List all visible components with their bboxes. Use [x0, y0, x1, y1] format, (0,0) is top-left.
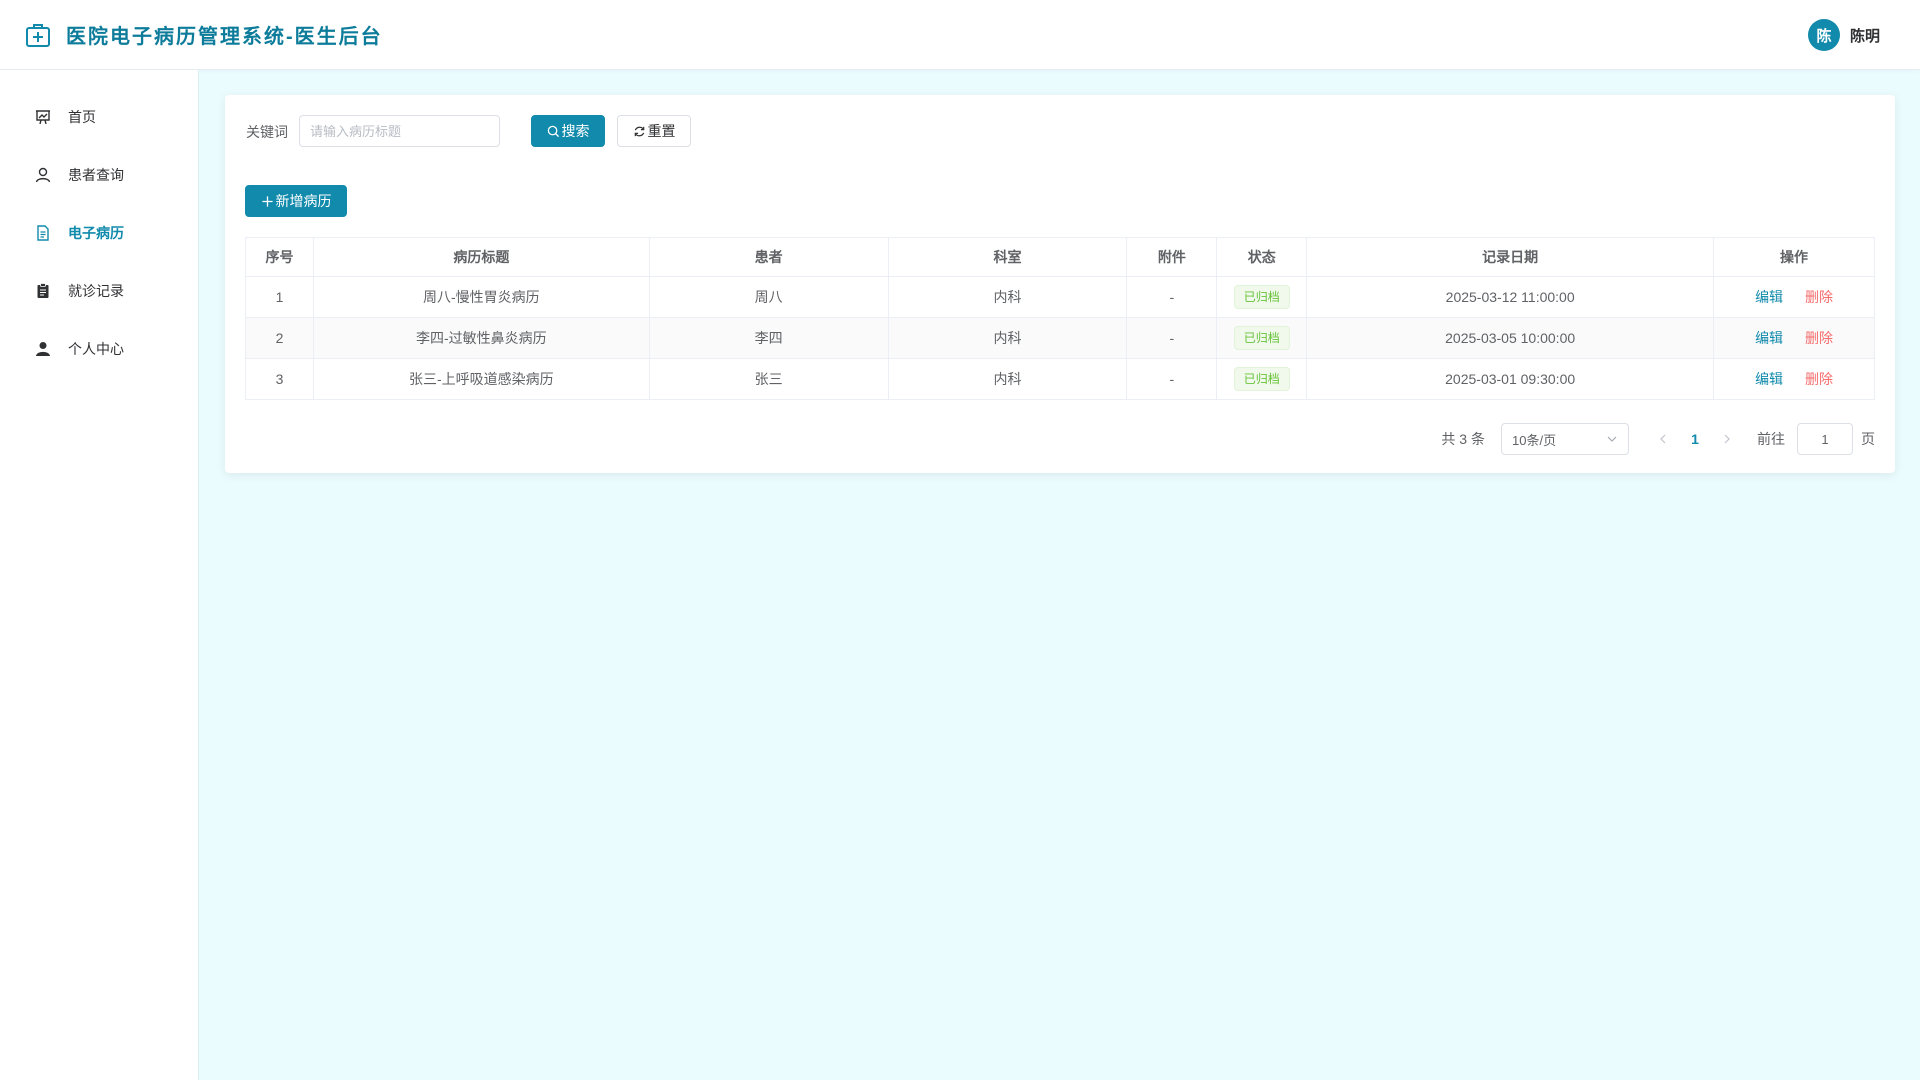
cell-actions: 编辑 删除 — [1713, 317, 1875, 359]
cell-status: 已归档 — [1216, 317, 1308, 359]
cell-patient: 张三 — [648, 358, 889, 400]
next-page-button[interactable] — [1711, 434, 1743, 444]
col-header-patient: 患者 — [648, 237, 889, 277]
cell-status: 已归档 — [1216, 276, 1308, 318]
status-badge: 已归档 — [1233, 285, 1290, 309]
status-badge: 已归档 — [1233, 326, 1290, 350]
pagination: 共 3 条 10条/页 1 前往 页 — [1441, 423, 1875, 455]
cell-dept: 内科 — [887, 317, 1128, 359]
cell-attachment: - — [1126, 317, 1218, 359]
page-size-value: 10条/页 — [1512, 432, 1557, 448]
reset-button-label: 重置 — [647, 123, 676, 139]
sidebar: 首页 患者查询 电子病历 就诊记录 个人中心 — [0, 70, 199, 1080]
user-menu[interactable]: 陈 陈明 — [1807, 19, 1880, 51]
page-number-current[interactable]: 1 — [1679, 431, 1711, 447]
sidebar-item-patient-query[interactable]: 患者查询 — [0, 146, 199, 204]
cell-index: 3 — [245, 358, 314, 400]
table-row: 3 张三-上呼吸道感染病历 张三 内科 - 已归档 2025-03-01 09:… — [245, 358, 1875, 400]
delete-link[interactable]: 删除 — [1805, 289, 1833, 305]
col-header-title: 病历标题 — [312, 237, 650, 277]
sidebar-item-label: 就诊记录 — [68, 283, 124, 299]
plus-icon — [261, 195, 273, 207]
cell-index: 1 — [245, 276, 314, 318]
col-header-attachment: 附件 — [1126, 237, 1218, 277]
cell-date: 2025-03-01 09:30:00 — [1306, 358, 1715, 400]
sidebar-item-visit-records[interactable]: 就诊记录 — [0, 262, 199, 320]
cell-title: 李四-过敏性鼻炎病历 — [312, 317, 650, 359]
records-table: 序号 病历标题 患者 科室 附件 状态 记录日期 操作 1 周八-慢性胃炎病历 … — [245, 237, 1875, 400]
sidebar-item-label: 电子病历 — [68, 225, 124, 241]
total-count: 共 3 条 — [1441, 431, 1485, 447]
cell-attachment: - — [1126, 276, 1218, 318]
avatar[interactable]: 陈 — [1807, 19, 1840, 51]
add-record-button[interactable]: 新增病历 — [245, 185, 347, 217]
user-name[interactable]: 陈明 — [1850, 25, 1880, 46]
status-badge: 已归档 — [1233, 367, 1290, 391]
cell-actions: 编辑 删除 — [1713, 358, 1875, 400]
edit-link[interactable]: 编辑 — [1755, 289, 1783, 305]
cell-index: 2 — [245, 317, 314, 359]
reset-button[interactable]: 重置 — [617, 115, 691, 147]
col-header-date: 记录日期 — [1306, 237, 1715, 277]
table-header-row: 序号 病历标题 患者 科室 附件 状态 记录日期 操作 — [245, 237, 1875, 277]
goto-page-input[interactable] — [1797, 423, 1853, 455]
delete-link[interactable]: 删除 — [1805, 371, 1833, 387]
cell-date: 2025-03-05 10:00:00 — [1306, 317, 1715, 359]
cell-actions: 编辑 删除 — [1713, 276, 1875, 318]
add-record-label: 新增病历 — [275, 193, 332, 209]
chevron-down-icon — [1607, 436, 1617, 442]
cell-status: 已归档 — [1216, 358, 1308, 400]
search-icon — [547, 125, 559, 137]
sidebar-item-label: 个人中心 — [68, 341, 124, 357]
cell-dept: 内科 — [887, 358, 1128, 400]
cell-patient: 周八 — [648, 276, 889, 318]
edit-link[interactable]: 编辑 — [1755, 330, 1783, 346]
cell-date: 2025-03-12 11:00:00 — [1306, 276, 1715, 318]
goto-label: 前往 — [1757, 431, 1785, 447]
keyword-label: 关键词 — [246, 124, 288, 140]
user-filled-icon — [36, 342, 50, 356]
delete-link[interactable]: 删除 — [1805, 330, 1833, 346]
refresh-icon — [634, 126, 644, 136]
app-title: 医院电子病历管理系统-医生后台 — [66, 26, 383, 48]
search-button-label: 搜索 — [561, 123, 590, 139]
sidebar-item-emr[interactable]: 电子病历 — [0, 204, 199, 262]
keyword-input[interactable] — [299, 115, 500, 147]
document-icon — [37, 225, 49, 241]
chevron-left-icon — [1660, 434, 1666, 444]
page-suffix: 页 — [1861, 431, 1875, 447]
cell-attachment: - — [1126, 358, 1218, 400]
cell-dept: 内科 — [887, 276, 1128, 318]
prev-page-button[interactable] — [1647, 434, 1679, 444]
chevron-right-icon — [1724, 434, 1730, 444]
brand: 医院电子病历管理系统-医生后台 — [24, 20, 383, 49]
edit-link[interactable]: 编辑 — [1755, 371, 1783, 387]
col-header-status: 状态 — [1216, 237, 1308, 277]
col-header-dept: 科室 — [887, 237, 1128, 277]
col-header-actions: 操作 — [1713, 237, 1875, 277]
cell-title: 张三-上呼吸道感染病历 — [312, 358, 650, 400]
clipboard-icon — [37, 283, 49, 298]
dashboard-icon — [36, 110, 50, 125]
cell-patient: 李四 — [648, 317, 889, 359]
records-card: 关键词 搜索 重置 新增病历 序号 病历标题 患者 — [225, 95, 1895, 473]
sidebar-item-label: 首页 — [68, 109, 96, 125]
top-header: 医院电子病历管理系统-医生后台 陈 陈明 — [0, 0, 1920, 70]
page-size-select[interactable]: 10条/页 — [1501, 423, 1629, 455]
user-outline-icon — [35, 167, 51, 183]
medical-kit-icon — [26, 23, 50, 47]
goto-page: 前往 页 — [1757, 423, 1875, 455]
col-header-index: 序号 — [245, 237, 314, 277]
table-row: 1 周八-慢性胃炎病历 周八 内科 - 已归档 2025-03-12 11:00… — [245, 276, 1875, 318]
sidebar-item-label: 患者查询 — [68, 167, 124, 183]
sidebar-item-personal-center[interactable]: 个人中心 — [0, 320, 199, 378]
cell-title: 周八-慢性胃炎病历 — [312, 276, 650, 318]
table-row: 2 李四-过敏性鼻炎病历 李四 内科 - 已归档 2025-03-05 10:0… — [245, 317, 1875, 359]
sidebar-item-home[interactable]: 首页 — [0, 88, 199, 146]
search-button[interactable]: 搜索 — [531, 115, 605, 147]
